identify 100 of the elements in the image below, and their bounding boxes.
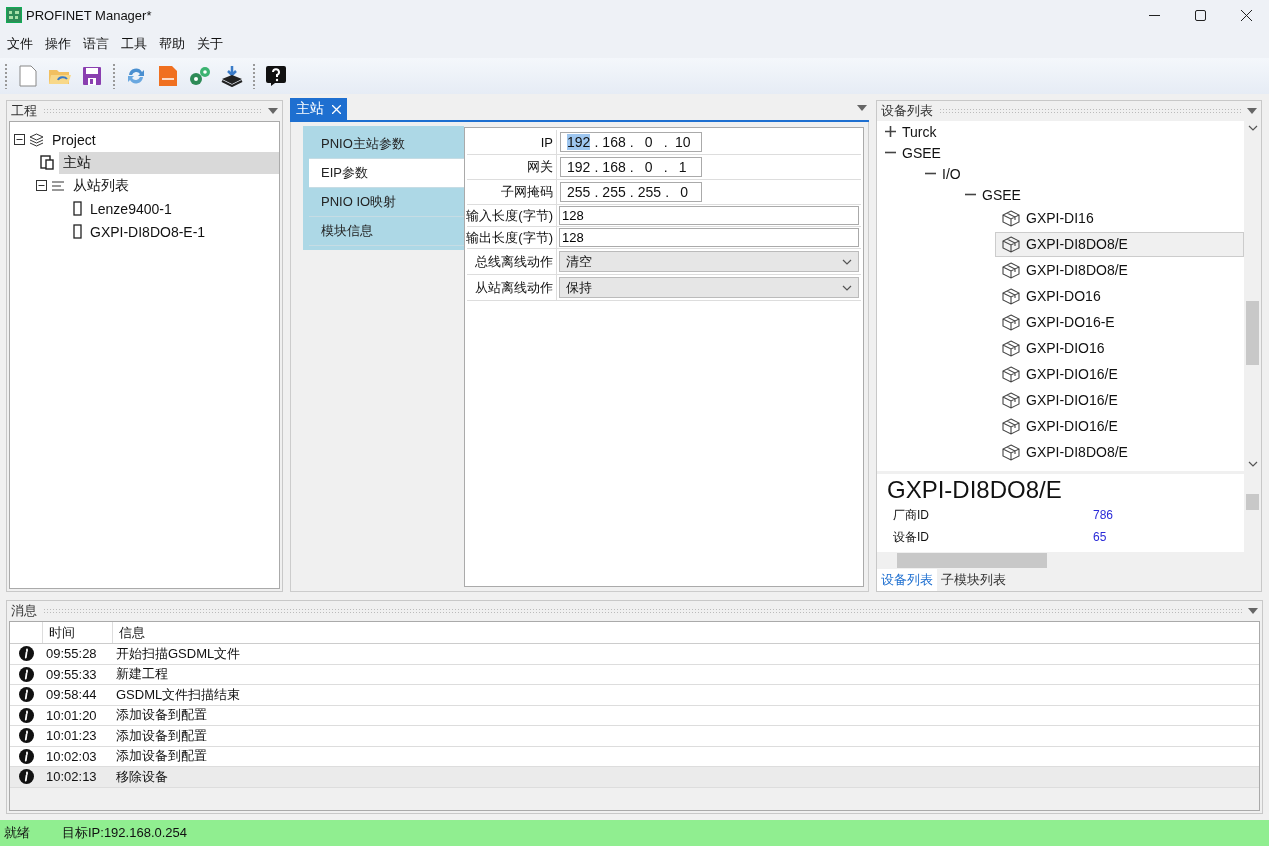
side-tab[interactable]: EIP参数: [309, 159, 464, 188]
scrollbar-thumb[interactable]: [897, 553, 1047, 568]
dropdown[interactable]: 保持: [559, 277, 859, 298]
gsdml-file-button[interactable]: [156, 63, 180, 89]
field-label: 输入长度(字节): [467, 205, 557, 226]
menu-item[interactable]: 帮助: [154, 35, 190, 53]
tree-item[interactable]: Project: [48, 129, 100, 150]
collapse-icon[interactable]: [36, 180, 47, 191]
tree-item[interactable]: Turck: [902, 123, 937, 140]
message-cell-text: GSDML文件扫描结束: [115, 685, 242, 704]
info-icon: [18, 707, 34, 723]
cube-icon: [1002, 365, 1020, 383]
info-icon: [18, 646, 34, 662]
maximize-icon: [1194, 9, 1206, 21]
time-cell-text: 10:02:13: [45, 769, 98, 785]
message-cell-text: 开始扫描GSDML文件: [115, 644, 242, 663]
time-cell-text: 10:02:03: [45, 748, 98, 764]
ip-separator: .: [593, 134, 600, 150]
cube-icon: [1002, 339, 1020, 357]
caret-icon[interactable]: [1247, 125, 1258, 131]
field-label: 从站离线动作: [467, 275, 557, 300]
device-item[interactable]: GXPI-DI8DO8/E: [995, 231, 1244, 257]
ip-octet: 168: [602, 134, 626, 150]
ip-address-field[interactable]: 255 . 255 . 255 . 0: [560, 182, 702, 202]
dropdown-icon[interactable]: [1247, 108, 1257, 114]
info-icon: [18, 687, 34, 703]
message-cell-text: 新建工程: [115, 665, 169, 684]
collapse-icon[interactable]: [14, 134, 25, 145]
time-cell-text: 10:01:20: [45, 707, 98, 723]
message-row[interactable]: 09:55:28 开始扫描GSDML文件: [10, 644, 1259, 665]
message-row[interactable]: 10:02:13 移除设备: [10, 767, 1259, 788]
panel-tab[interactable]: 子模块列表: [937, 569, 1010, 591]
caret-icon[interactable]: [842, 258, 852, 265]
menu-item[interactable]: 操作: [40, 35, 76, 53]
ip-separator: .: [593, 159, 600, 175]
dropdown[interactable]: 清空: [559, 251, 859, 272]
device-item[interactable]: GXPI-DO16-E: [995, 309, 1244, 335]
status-text: 就绪: [4, 824, 30, 842]
cube-icon: [1002, 391, 1020, 409]
layers-icon: [29, 132, 44, 147]
input-field[interactable]: 128: [559, 206, 859, 225]
scrollbar-thumb[interactable]: [1246, 301, 1259, 365]
tree-item[interactable]: GSEE: [902, 144, 941, 161]
time-cell-text: 09:55:33: [45, 666, 98, 682]
app-icon: [6, 7, 22, 23]
message-row[interactable]: 10:02:03 添加设备到配置: [10, 746, 1259, 767]
menu-item[interactable]: 语言: [78, 35, 114, 53]
property-label: 设备ID: [893, 528, 930, 546]
column-header[interactable]: 时间: [42, 622, 112, 643]
panel-title: 设备列表: [881, 102, 933, 120]
ip-octet: 168: [602, 159, 626, 175]
ip-octet: 10: [673, 134, 692, 150]
message-row[interactable]: 09:58:44 GSDML文件扫描结束: [10, 685, 1259, 706]
device-item[interactable]: GXPI-DI8DO8/E: [995, 257, 1244, 283]
field-label: IP: [467, 130, 557, 154]
tree-item[interactable]: 从站列表: [69, 174, 133, 197]
device-item[interactable]: GXPI-DI16: [995, 205, 1244, 231]
field-label: 输出长度(字节): [467, 227, 557, 248]
dropdown-icon[interactable]: [268, 108, 278, 114]
menu-item[interactable]: 工具: [116, 35, 152, 53]
dropdown-icon[interactable]: [857, 105, 867, 111]
tree-item[interactable]: GSEE: [982, 186, 1021, 203]
device-item[interactable]: GXPI-DIO16/E: [995, 361, 1244, 387]
device-item[interactable]: GXPI-DI8DO8/E: [995, 439, 1244, 465]
ip-address-field[interactable]: 192 . 168 . 0 . 10: [560, 132, 702, 152]
close-icon: [1240, 9, 1252, 21]
download-button[interactable]: [220, 63, 244, 89]
device-item[interactable]: GXPI-DIO16: [995, 335, 1244, 361]
expand-icon[interactable]: [885, 126, 896, 137]
caret-icon[interactable]: [1247, 461, 1258, 467]
help-button[interactable]: [264, 63, 288, 89]
caret-icon[interactable]: [842, 284, 852, 291]
message-row[interactable]: 10:01:20 添加设备到配置: [10, 705, 1259, 726]
device-item[interactable]: GXPI-DIO16/E: [995, 413, 1244, 439]
ip-octet: 255: [637, 184, 662, 200]
menu-item[interactable]: 关于: [192, 35, 228, 53]
input-field[interactable]: 128: [559, 228, 859, 247]
column-header[interactable]: 信息: [112, 622, 1112, 643]
dropdown-icon[interactable]: [1248, 608, 1258, 614]
device-item[interactable]: GXPI-DIO16/E: [995, 387, 1244, 413]
tree-item[interactable]: GXPI-DI8DO8-E-1: [86, 221, 210, 242]
tree-item[interactable]: I/O: [942, 165, 961, 182]
info-icon: [18, 728, 34, 744]
message-row[interactable]: 10:01:23 添加设备到配置: [10, 726, 1259, 747]
cube-icon: [1002, 235, 1020, 253]
ip-octet: 192: [567, 134, 591, 150]
ip-address-field[interactable]: 192 . 168 . 0 . 1: [560, 157, 702, 177]
cube-icon: [1002, 209, 1020, 227]
message-row[interactable]: 09:55:33 新建工程: [10, 664, 1259, 685]
menu-item[interactable]: 文件: [2, 35, 38, 53]
tree-item[interactable]: 主站: [59, 151, 279, 174]
document-tab[interactable]: 主站: [290, 98, 347, 120]
panel-tab[interactable]: 设备列表: [877, 569, 937, 591]
ip-separator: .: [662, 159, 669, 175]
device-item[interactable]: GXPI-DO16: [995, 283, 1244, 309]
close-icon[interactable]: [332, 104, 341, 114]
list-icon: [51, 179, 65, 192]
tree-item[interactable]: Lenze9400-1: [86, 198, 176, 219]
scrollbar-thumb[interactable]: [1246, 494, 1259, 510]
property-value: 786: [1093, 508, 1114, 522]
